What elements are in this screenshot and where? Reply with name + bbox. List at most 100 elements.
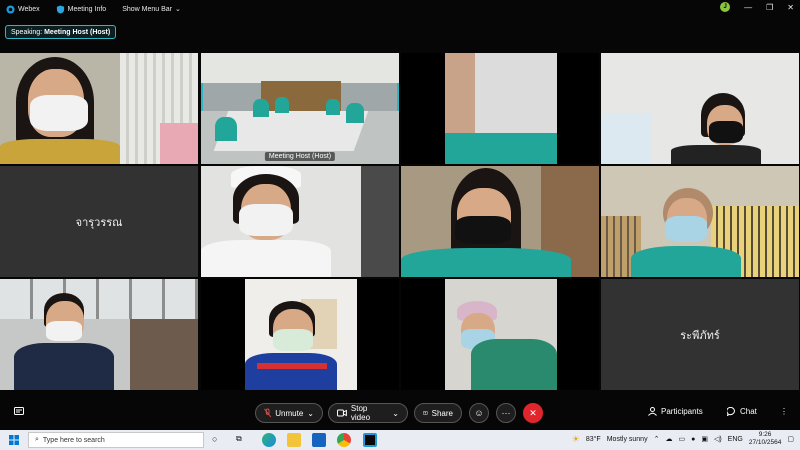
video-tile[interactable]: [401, 279, 599, 390]
attendee: [346, 103, 364, 123]
participant-shirt: [671, 145, 761, 164]
show-menu-bar-button[interactable]: Show Menu Bar ⌄: [122, 5, 181, 14]
participant-name: ระพีภัทร์: [680, 329, 720, 342]
face-mask: [30, 95, 88, 131]
cortana-icon[interactable]: ○: [212, 434, 217, 444]
speaking-indicator: Speaking: Meeting Host (Host): [5, 25, 117, 39]
leave-meeting-button[interactable]: ✕: [523, 403, 543, 423]
video-tile-off[interactable]: ระพีภัทร์: [601, 279, 799, 390]
clock-time: 9:26: [758, 431, 772, 438]
more-panels-button[interactable]: ⋮: [780, 407, 788, 416]
video-tile[interactable]: [201, 279, 399, 390]
video-tile[interactable]: [0, 279, 198, 390]
language-indicator[interactable]: ENG: [728, 436, 743, 443]
search-icon: ⌕: [35, 436, 39, 443]
ceiling: [201, 53, 399, 83]
window-frame: [0, 279, 198, 319]
windows-start-icon[interactable]: [9, 435, 19, 445]
chevron-down-icon: ⌄: [175, 6, 181, 13]
meeting-info-button[interactable]: Meeting Info: [56, 4, 106, 14]
weather-temp[interactable]: 83°F: [586, 436, 601, 443]
app-name: Webex: [18, 5, 40, 13]
clock[interactable]: 9:26 27/10/2564: [749, 431, 782, 447]
participant-shirt: [0, 139, 120, 164]
clock-date: 27/10/2564: [748, 439, 782, 446]
video-tile[interactable]: [201, 166, 399, 277]
video-tile[interactable]: [601, 53, 799, 164]
network-icon[interactable]: ▣: [701, 435, 708, 443]
battery-icon[interactable]: ▭: [678, 435, 685, 443]
edge-icon[interactable]: [262, 433, 276, 447]
uniform: [201, 240, 331, 277]
participant-shirt: [631, 246, 741, 277]
search-placeholder: Type here to search: [42, 436, 105, 444]
muted-mic-icon: [264, 408, 272, 418]
chevron-down-icon: ⌄: [392, 408, 399, 418]
minimize-icon[interactable]: —: [744, 3, 752, 12]
chat-button[interactable]: Chat: [727, 407, 757, 416]
share-label: Share: [431, 408, 453, 418]
webex-logo: Webex: [6, 4, 40, 14]
face-mask: [273, 329, 313, 351]
volume-icon[interactable]: ◁): [714, 435, 722, 443]
face-mask: [665, 216, 707, 242]
participant-shirt: [245, 353, 337, 390]
attendee: [326, 99, 340, 115]
sun-icon: ☀: [571, 433, 580, 444]
video-tile-off[interactable]: จารุวรรณ: [0, 166, 198, 277]
shirt-stripe: [257, 363, 327, 369]
notification-icon[interactable]: ▢: [787, 435, 794, 443]
chevron-up-icon[interactable]: ⌃: [654, 435, 660, 443]
restore-icon[interactable]: ❐: [766, 3, 773, 12]
more-icon: ···: [501, 408, 511, 418]
video-tile[interactable]: [601, 166, 799, 277]
attendee: [215, 117, 237, 141]
speaking-prefix: Speaking:: [11, 28, 43, 36]
title-bar: Webex Meeting Info Show Menu Bar ⌄ J — ❐…: [0, 0, 800, 18]
webex-icon: [6, 4, 15, 14]
share-button[interactable]: Share: [414, 403, 462, 423]
weather-desc[interactable]: Mostly sunny: [607, 436, 648, 443]
video-tile[interactable]: [401, 166, 599, 277]
participants-button[interactable]: Participants: [648, 407, 703, 416]
surgical-gown: [471, 339, 557, 390]
show-menu-bar-label: Show Menu Bar: [122, 5, 173, 13]
stop-video-label: Stop video: [350, 404, 371, 422]
participant-shirt: [445, 133, 557, 164]
pink-cloth: [160, 123, 198, 164]
taskbar-search[interactable]: ⌕ Type here to search: [28, 432, 204, 448]
video-grid: Meeting Host (Host) จารุวรรณ ระพีภัทร์: [0, 53, 800, 391]
door-frame: [361, 166, 399, 277]
webex-window: Webex Meeting Info Show Menu Bar ⌄ J — ❐…: [0, 0, 800, 430]
attendee: [275, 97, 289, 113]
chevron-down-icon: ⌄: [307, 408, 314, 418]
cloud-icon[interactable]: ☁: [665, 435, 672, 443]
speaking-name: Meeting Host (Host): [44, 28, 111, 36]
stop-video-button[interactable]: Stop video ⌄: [328, 403, 408, 423]
meeting-controls: Unmute ⌄ Stop video ⌄ Share ☺ ··· ✕ Part…: [0, 399, 800, 427]
close-icon: ✕: [529, 407, 537, 418]
video-tile-host[interactable]: Meeting Host (Host): [201, 53, 399, 164]
chrome-icon[interactable]: [337, 433, 351, 447]
window: [601, 113, 651, 164]
captions-icon[interactable]: [14, 407, 24, 416]
more-options-button[interactable]: ···: [496, 403, 516, 423]
video-tile[interactable]: [0, 53, 198, 164]
file-explorer-icon[interactable]: [287, 433, 301, 447]
avatar[interactable]: J: [720, 2, 731, 12]
window-controls: J — ❐ ✕: [720, 2, 794, 12]
share-screen-icon: [423, 411, 428, 415]
mic-icon[interactable]: ●: [691, 436, 695, 443]
windows-taskbar: ⌕ Type here to search ○ ⧉ ☀ 83°F Mostly …: [0, 430, 800, 450]
unmute-label: Unmute: [275, 408, 304, 418]
face-mask: [239, 204, 293, 236]
task-view-icon[interactable]: ⧉: [236, 434, 242, 444]
mail-icon[interactable]: [312, 433, 326, 447]
video-tile[interactable]: [401, 53, 599, 164]
close-icon[interactable]: ✕: [787, 3, 794, 12]
reactions-button[interactable]: ☺: [469, 403, 489, 423]
participant-shirt: [14, 343, 114, 390]
participants-label: Participants: [661, 407, 703, 416]
webex-taskbar-icon[interactable]: [363, 433, 377, 447]
unmute-button[interactable]: Unmute ⌄: [255, 403, 323, 423]
